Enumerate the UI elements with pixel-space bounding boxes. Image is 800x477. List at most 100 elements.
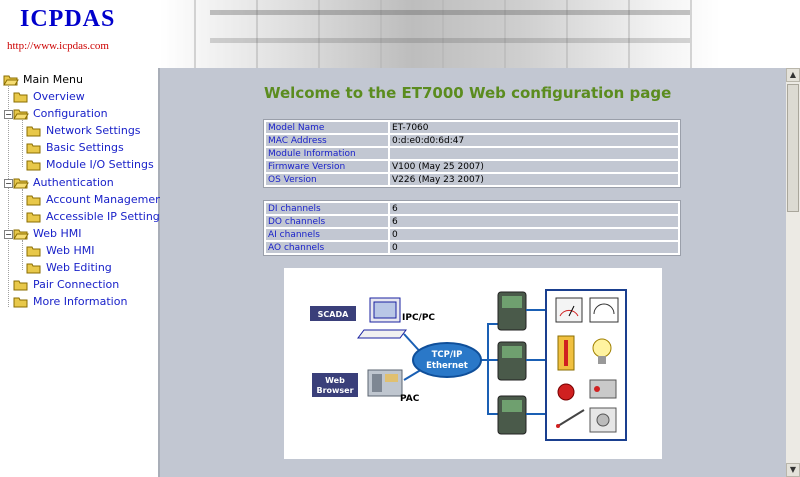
table-key: DO channels xyxy=(266,216,388,227)
table-row: MAC Address 0:d:e0:d0:6d:47 xyxy=(266,135,678,146)
collapse-toggle-icon[interactable]: − xyxy=(4,110,13,119)
et7000-module-icon xyxy=(497,341,527,381)
tree-line xyxy=(22,189,23,219)
table-key: Model Name xyxy=(266,122,388,133)
pac-icon xyxy=(367,369,403,397)
company-url[interactable]: http://www.icpdas.com xyxy=(7,40,109,52)
table-value: 0 xyxy=(390,229,678,240)
table-key: OS Version xyxy=(266,174,388,185)
folder-icon xyxy=(26,211,42,223)
table-value: V226 (May 23 2007) xyxy=(390,174,678,185)
sidebar-item-label: Accessible IP Settings xyxy=(46,210,166,223)
header-decor xyxy=(210,10,690,15)
table-row: Model Name ET-7060 xyxy=(266,122,678,133)
folder-icon xyxy=(26,262,42,274)
sidebar-item-accessible-ip-settings[interactable]: Accessible IP Settings xyxy=(26,208,166,225)
folder-icon xyxy=(13,296,29,308)
table-value: 0 xyxy=(390,242,678,253)
tree-line xyxy=(8,86,9,307)
scroll-up-icon[interactable]: ▲ xyxy=(786,68,800,82)
sidebar-item-label: Pair Connection xyxy=(33,278,120,291)
table-row: AI channels 0 xyxy=(266,229,678,240)
ethernet-hub-icon xyxy=(412,342,482,378)
sidebar-item-main-menu[interactable]: Main Menu xyxy=(3,71,83,88)
sidebar-item-module-io-settings[interactable]: Module I/O Settings xyxy=(26,156,154,173)
collapse-toggle-icon[interactable]: − xyxy=(4,230,13,239)
table-value: 0:d:e0:d0:6d:47 xyxy=(390,135,678,146)
web-label: Web xyxy=(325,376,345,385)
alarm-button-icon xyxy=(557,383,575,401)
gauge-icon xyxy=(555,297,583,323)
table-key: AO channels xyxy=(266,242,388,253)
table-row: DI channels 6 xyxy=(266,203,678,214)
sidebar-item-label: More Information xyxy=(33,295,128,308)
sidebar-item-label: Basic Settings xyxy=(46,141,124,154)
sidebar-item-label: Overview xyxy=(33,90,85,103)
table-key: MAC Address xyxy=(266,135,388,146)
table-row: Firmware Version V100 (May 25 2007) xyxy=(266,161,678,172)
table-value: 6 xyxy=(390,203,678,214)
module-info-table: Model Name ET-7060 MAC Address 0:d:e0:d0:6… xyxy=(263,119,681,188)
folder-open-icon xyxy=(13,228,29,240)
sidebar-item-basic-settings[interactable]: Basic Settings xyxy=(26,139,124,156)
folder-icon xyxy=(26,159,42,171)
page-header: ICPDAS http://www.icpdas.com xyxy=(0,0,800,68)
folder-icon xyxy=(26,142,42,154)
hub-label-line2: Ethernet xyxy=(426,361,468,371)
browser-label: Browser xyxy=(316,386,353,395)
tree-line xyxy=(22,120,23,167)
sidebar-item-account-management[interactable]: Account Management xyxy=(26,191,166,208)
link-line xyxy=(526,309,546,415)
brand-logo: ICPDAS xyxy=(20,6,116,32)
table-row: Module Information xyxy=(266,148,678,159)
sidebar-item-label: Authentication xyxy=(33,176,114,189)
hub-label-line1: TCP/IP xyxy=(432,350,463,360)
network-diagram: SCADA Web Browser IPC/PC PAC TCP/IP Ethe… xyxy=(284,268,662,459)
scroll-down-icon[interactable]: ▼ xyxy=(786,463,800,477)
sidebar-item-label: Web HMI xyxy=(46,244,95,257)
thermometer-icon xyxy=(557,335,575,371)
header-decor xyxy=(210,38,690,43)
collapse-toggle-icon[interactable]: − xyxy=(4,179,13,188)
pc-icon xyxy=(357,297,407,339)
sidebar-item-label: Web Editing xyxy=(46,261,112,274)
table-value: V100 (May 25 2007) xyxy=(390,161,678,172)
sidebar-nav: Main Menu Overview − Configuration Netwo… xyxy=(0,68,166,477)
sidebar-item-label: Module I/O Settings xyxy=(46,158,154,171)
sidebar-item-web-hmi-group[interactable]: Web HMI xyxy=(13,225,82,242)
ipc-pc-label: IPC/PC xyxy=(402,313,435,323)
table-key: Module Information xyxy=(266,148,388,159)
scada-label: SCADA xyxy=(318,310,349,319)
folder-icon xyxy=(26,245,42,257)
folder-icon xyxy=(26,194,42,206)
sidebar-item-configuration[interactable]: Configuration xyxy=(13,105,108,122)
vertical-scrollbar[interactable]: ▲ ▼ xyxy=(786,68,800,477)
table-value xyxy=(390,148,678,159)
table-key: DI channels xyxy=(266,203,388,214)
sidebar-item-web-editing[interactable]: Web Editing xyxy=(26,259,112,276)
power-supply-icon xyxy=(589,379,617,399)
sidebar-item-pair-connection[interactable]: Pair Connection xyxy=(13,276,119,293)
sidebar-item-label: Main Menu xyxy=(23,73,83,86)
table-key: AI channels xyxy=(266,229,388,240)
table-row: AO channels 0 xyxy=(266,242,678,253)
sidebar-item-network-settings[interactable]: Network Settings xyxy=(26,122,141,139)
table-value: ET-7060 xyxy=(390,122,678,133)
et7000-module-icon xyxy=(497,395,527,435)
et7000-module-icon xyxy=(497,291,527,331)
sensor-probe-icon xyxy=(556,409,585,428)
sidebar-item-label: Account Management xyxy=(46,193,167,206)
sidebar-item-overview[interactable]: Overview xyxy=(13,88,85,105)
sidebar-item-label: Web HMI xyxy=(33,227,82,240)
sidebar-item-authentication[interactable]: Authentication xyxy=(13,174,114,191)
tree-line xyxy=(22,240,23,270)
folder-open-icon xyxy=(13,177,29,189)
main-content: Welcome to the ET7000 Web configuration … xyxy=(160,68,786,477)
scrollbar-thumb[interactable] xyxy=(787,84,799,212)
control-box-icon xyxy=(589,407,617,433)
page-title: Welcome to the ET7000 Web configuration … xyxy=(264,84,672,102)
sidebar-item-more-information[interactable]: More Information xyxy=(13,293,127,310)
table-row: DO channels 6 xyxy=(266,216,678,227)
sidebar-item-web-hmi[interactable]: Web HMI xyxy=(26,242,95,259)
table-value: 6 xyxy=(390,216,678,227)
